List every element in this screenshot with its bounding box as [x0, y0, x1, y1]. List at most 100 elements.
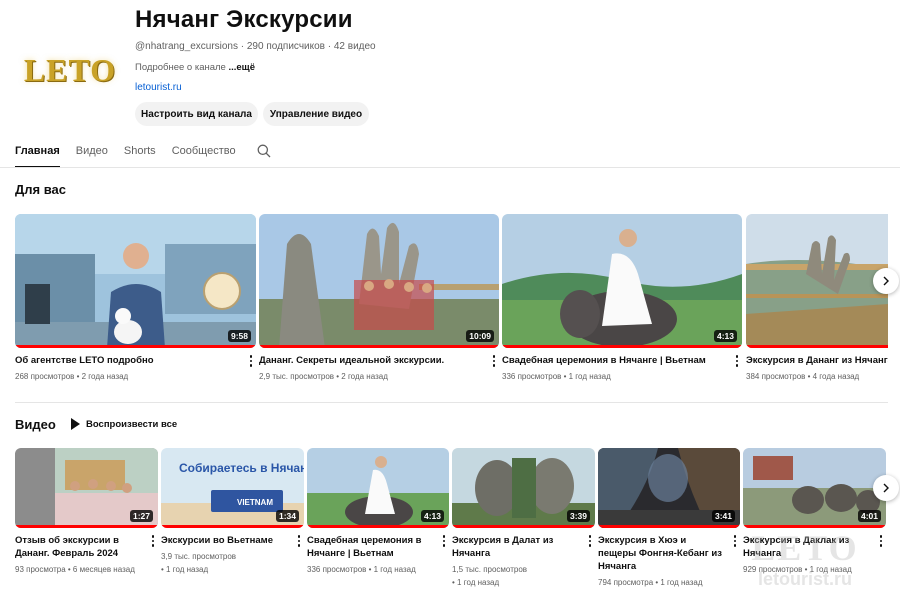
video-meta: 268 просмотров • 2 года назад: [15, 372, 129, 381]
video-thumbnail[interactable]: 4:13: [307, 448, 449, 528]
channel-description-text: Подробнее о канале: [135, 62, 229, 73]
channel-description[interactable]: Подробнее о канале ...ещё: [135, 62, 255, 73]
video-card[interactable]: Экскурсия в Дананг из Нячанга 384 просмо…: [746, 214, 888, 383]
video-title[interactable]: Экскурсия в Дананг из Нячанга: [746, 354, 888, 367]
video-card[interactable]: Собираетесь в Нячанг? VIETNAM 1:34 Экску…: [161, 448, 304, 576]
channel-tabs: Главная Видео Shorts Сообщество: [15, 138, 252, 168]
channel-logo-text: LETO: [23, 51, 117, 88]
channel-website-link[interactable]: letourist.ru: [135, 82, 182, 93]
more-options-icon[interactable]: [489, 354, 499, 368]
video-title[interactable]: Об агентстве LETO подробно: [15, 354, 256, 367]
video-meta: 2,9 тыс. просмотров • 2 года назад: [259, 372, 388, 381]
video-card[interactable]: 4:01 Экскурсия в Даклак из Нячанга 929 п…: [743, 448, 886, 576]
video-title[interactable]: Свадебная церемония в Нячанге | Вьетнам: [502, 354, 742, 367]
chevron-right-icon: [883, 276, 889, 286]
video-duration: 4:13: [420, 510, 444, 522]
video-meta: 384 просмотров • 4 года назад: [746, 372, 860, 381]
video-title[interactable]: Свадебная церемония в Нячанге | Вьетнам: [307, 534, 449, 560]
section-divider: [15, 402, 888, 403]
more-options-icon[interactable]: [585, 534, 595, 548]
manage-videos-button[interactable]: Управление видео: [263, 102, 369, 126]
video-thumbnail[interactable]: 3:41: [598, 448, 740, 528]
more-options-icon[interactable]: [148, 534, 158, 548]
more-link[interactable]: ...ещё: [228, 62, 255, 73]
more-options-icon[interactable]: [439, 534, 449, 548]
video-thumbnail[interactable]: 4:13: [502, 214, 742, 348]
videos-heading: Видео: [15, 417, 56, 432]
watch-progress-bar: [598, 525, 740, 528]
video-title[interactable]: Экскурсии во Вьетнаме: [161, 534, 304, 547]
tab-community[interactable]: Сообщество: [172, 138, 236, 168]
video-card[interactable]: 10:09 Дананг. Секреты идеальной экскурси…: [259, 214, 499, 383]
watch-progress-bar: [15, 525, 158, 528]
play-all-label: Воспроизвести все: [86, 418, 178, 430]
chevron-right-icon: [883, 483, 889, 493]
video-title[interactable]: Отзыв об экскурсии в Дананг. Февраль 202…: [15, 534, 158, 560]
tab-home[interactable]: Главная: [15, 138, 60, 168]
video-card[interactable]: 1:27 Отзыв об экскурсии в Дананг. Феврал…: [15, 448, 158, 576]
video-title[interactable]: Экскурсия в Хюэ и пещеры Фонгня-Кебанг и…: [598, 534, 740, 573]
video-thumbnail[interactable]: Собираетесь в Нячанг? VIETNAM 1:34: [161, 448, 304, 528]
video-meta: 794 просмотра • 1 год назад: [598, 578, 703, 587]
watch-progress-bar: [307, 525, 449, 528]
thumbnail-sign: VIETNAM: [237, 498, 273, 507]
tab-videos[interactable]: Видео: [76, 138, 108, 168]
video-thumbnail[interactable]: 3:39: [452, 448, 595, 528]
video-duration: 9:58: [227, 330, 251, 342]
for-you-heading: Для вас: [15, 182, 66, 197]
video-duration: 1:34: [275, 510, 299, 522]
search-icon[interactable]: [257, 144, 271, 158]
watch-progress-bar: [259, 345, 499, 348]
watch-progress-bar: [452, 525, 595, 528]
thumbnail-image: [15, 214, 256, 348]
video-duration: 4:01: [857, 510, 881, 522]
watch-progress-bar: [502, 345, 742, 348]
watch-progress-bar: [161, 525, 304, 528]
watch-progress-bar: [15, 345, 256, 348]
play-icon: [71, 418, 80, 430]
video-duration: 3:39: [566, 510, 590, 522]
video-card[interactable]: 3:39 Экскурсия в Далат из Нячанга 1,5 ты…: [452, 448, 595, 589]
thumbnail-image: [746, 214, 888, 348]
carousel-next-button[interactable]: [873, 475, 899, 501]
video-meta-date: • 1 год назад: [161, 565, 209, 574]
more-options-icon[interactable]: [876, 534, 886, 548]
video-meta: 336 просмотров • 1 год назад: [502, 372, 611, 381]
video-duration: 4:13: [713, 330, 737, 342]
thumbnail-image: [259, 214, 499, 348]
video-meta: 93 просмотра • 6 месяцев назад: [15, 565, 135, 574]
video-thumbnail[interactable]: 9:58: [15, 214, 256, 348]
video-card[interactable]: 4:13 Свадебная церемония в Нячанге | Вье…: [502, 214, 742, 383]
channel-meta: @nhatrang_excursions · 290 подписчиков ·…: [135, 41, 376, 52]
channel-logo: LETO: [15, 46, 125, 94]
video-meta: 3,9 тыс. просмотров: [161, 552, 237, 561]
video-title[interactable]: Экскурсия в Даклак из Нячанга: [743, 534, 886, 560]
more-options-icon[interactable]: [730, 534, 740, 548]
play-all-button[interactable]: Воспроизвести все: [70, 418, 177, 430]
video-duration: 3:41: [711, 510, 735, 522]
more-options-icon[interactable]: [732, 354, 742, 368]
video-thumbnail[interactable]: [746, 214, 888, 348]
video-card[interactable]: 3:41 Экскурсия в Хюэ и пещеры Фонгня-Кеб…: [598, 448, 740, 589]
video-card[interactable]: 4:13 Свадебная церемония в Нячанге | Вье…: [307, 448, 449, 576]
more-options-icon[interactable]: [294, 534, 304, 548]
tabs-divider: [0, 167, 900, 168]
video-duration: 10:09: [466, 330, 494, 342]
video-thumbnail[interactable]: 4:01: [743, 448, 886, 528]
thumbnail-caption: Собираетесь в Нячанг?: [179, 461, 304, 475]
channel-title: Нячанг Экскурсии: [135, 6, 353, 33]
video-duration: 1:27: [129, 510, 153, 522]
video-title[interactable]: Дананг. Секреты идеальной экскурсии.: [259, 354, 499, 367]
carousel-next-button[interactable]: [873, 268, 899, 294]
video-meta-date: • 1 год назад: [452, 578, 500, 587]
thumbnail-image: [502, 214, 742, 348]
tab-shorts[interactable]: Shorts: [124, 138, 156, 168]
video-card[interactable]: 9:58 Об агентстве LETO подробно 268 прос…: [15, 214, 256, 383]
customize-channel-button[interactable]: Настроить вид канала: [135, 102, 258, 126]
watch-progress-bar: [743, 525, 886, 528]
video-thumbnail[interactable]: 10:09: [259, 214, 499, 348]
video-thumbnail[interactable]: 1:27: [15, 448, 158, 528]
more-options-icon[interactable]: [246, 354, 256, 368]
video-title[interactable]: Экскурсия в Далат из Нячанга: [452, 534, 595, 560]
video-meta: 1,5 тыс. просмотров: [452, 565, 528, 574]
